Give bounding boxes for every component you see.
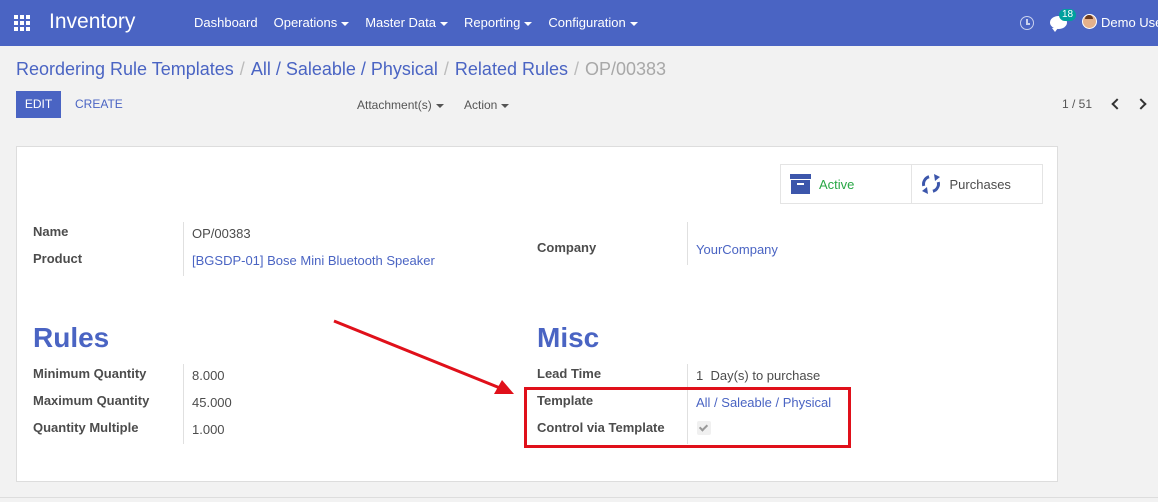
annotation-arrow-icon: [333, 319, 514, 394]
divider: [0, 497, 1158, 498]
